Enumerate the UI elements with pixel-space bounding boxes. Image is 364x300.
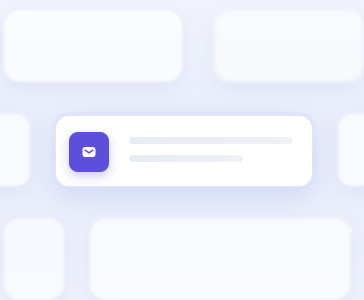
notification-card[interactable] [55, 115, 313, 187]
title-placeholder-line [129, 137, 293, 144]
subtitle-placeholder-line [129, 155, 243, 162]
background-card-middle-left [0, 114, 30, 186]
background-card-bottom-right [90, 218, 350, 300]
mail-icon [82, 147, 96, 157]
sparkle-icon: ✦ [346, 226, 355, 237]
background-card-middle-right [338, 114, 364, 186]
app-icon-tile [69, 132, 109, 172]
background-card-top-right [214, 10, 364, 82]
background-card-bottom-left [4, 218, 64, 300]
background-card-top-left [4, 10, 182, 82]
